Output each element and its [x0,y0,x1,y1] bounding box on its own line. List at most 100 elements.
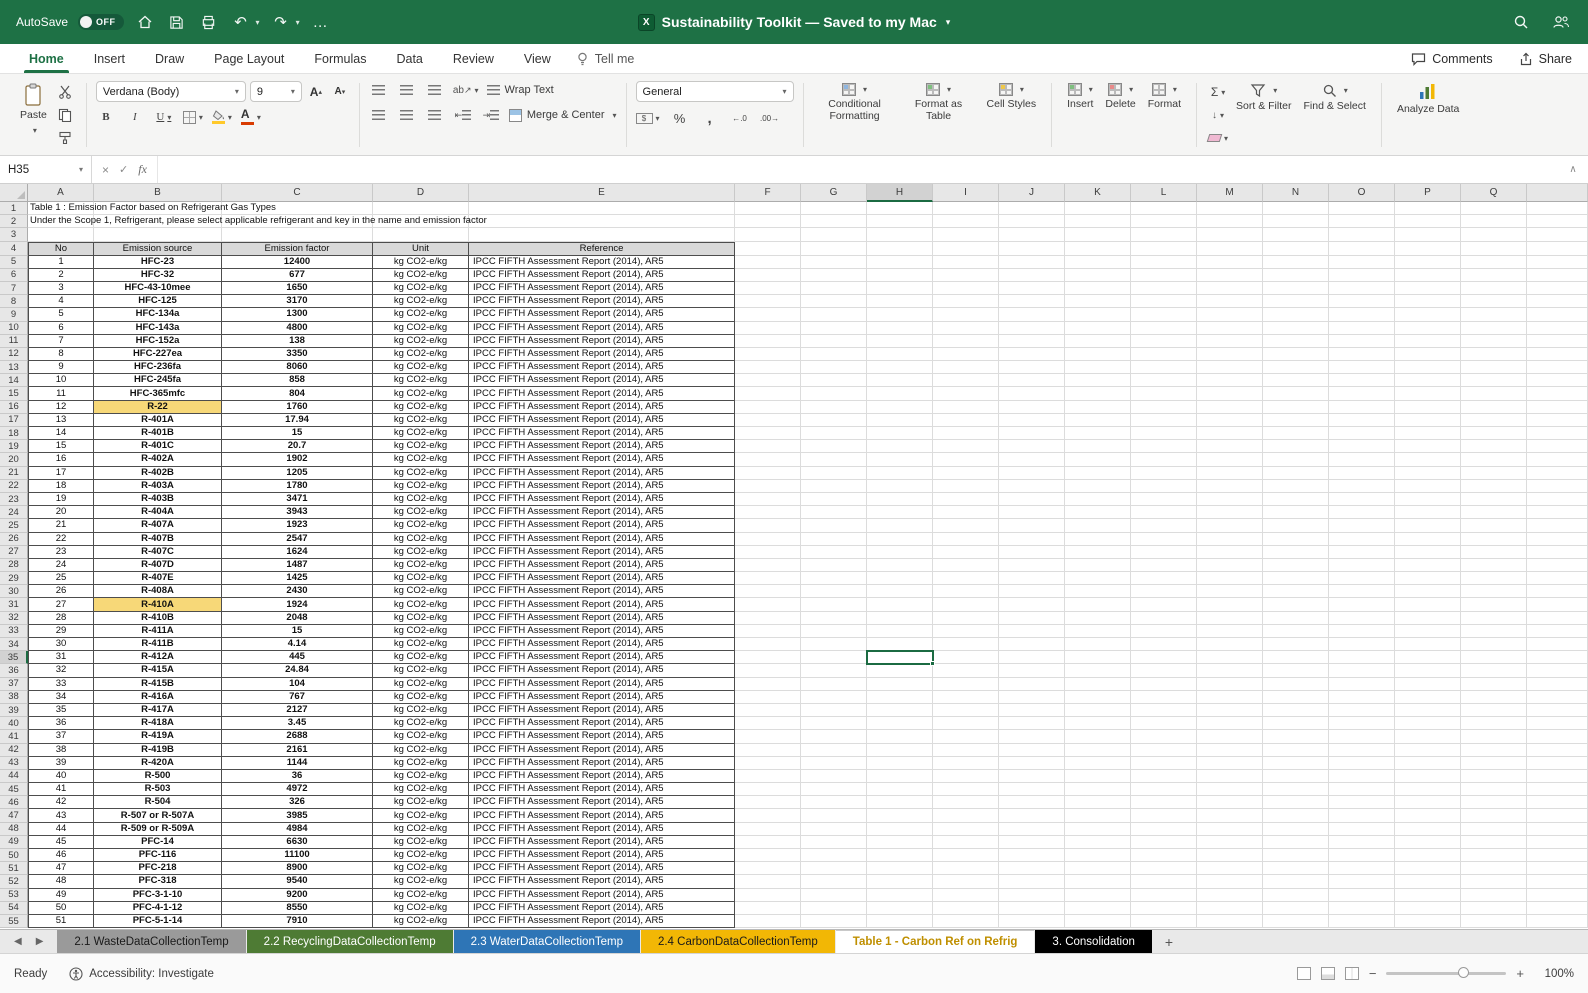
cell-B54[interactable]: PFC-4-1-12 [94,902,222,915]
cell-I35[interactable] [933,651,999,664]
cell-G27[interactable] [801,546,867,559]
cell-Q14[interactable] [1461,374,1527,387]
cell-D36[interactable]: kg CO2-e/kg [373,664,469,677]
cell-E45[interactable]: IPCC FIFTH Assessment Report (2014), AR5 [469,783,735,796]
cell-G41[interactable] [801,730,867,743]
cell-D16[interactable]: kg CO2-e/kg [373,401,469,414]
cell-F41[interactable] [735,730,801,743]
cell-G45[interactable] [801,783,867,796]
cell-H32[interactable] [867,612,933,625]
cell-P18[interactable] [1395,427,1461,440]
cell-E39[interactable]: IPCC FIFTH Assessment Report (2014), AR5 [469,704,735,717]
cell-G38[interactable] [801,691,867,704]
cell-H37[interactable] [867,678,933,691]
cell-G46[interactable] [801,796,867,809]
row-header-4[interactable]: 4 [0,242,28,256]
cell-E25[interactable]: IPCC FIFTH Assessment Report (2014), AR5 [469,519,735,532]
cell-P23[interactable] [1395,493,1461,506]
cell-Q36[interactable] [1461,664,1527,677]
cell-part11[interactable] [1527,335,1588,348]
cell-C33[interactable]: 15 [222,625,373,638]
cell-K33[interactable] [1065,625,1131,638]
people-icon[interactable] [1550,11,1572,33]
cell-H51[interactable] [867,862,933,875]
cell-A20[interactable]: 16 [28,453,94,466]
cell-H13[interactable] [867,361,933,374]
cell-D54[interactable]: kg CO2-e/kg [373,902,469,915]
row-header-30[interactable]: 30 [0,585,28,598]
cell-O34[interactable] [1329,638,1395,651]
name-box[interactable]: H35 ▾ [0,156,92,183]
cell-P30[interactable] [1395,585,1461,598]
cell-P29[interactable] [1395,572,1461,585]
cell-H26[interactable] [867,533,933,546]
cell-I28[interactable] [933,559,999,572]
cell-part3[interactable] [1527,228,1588,241]
cell-H16[interactable] [867,401,933,414]
cell-O44[interactable] [1329,770,1395,783]
cell-M30[interactable] [1197,585,1263,598]
cell-I36[interactable] [933,664,999,677]
cell-Q16[interactable] [1461,401,1527,414]
cell-L19[interactable] [1131,440,1197,453]
cell-O12[interactable] [1329,348,1395,361]
cell-P6[interactable] [1395,269,1461,282]
comments-button[interactable]: Comments [1411,52,1492,66]
cell-H31[interactable] [867,598,933,611]
cell-H52[interactable] [867,875,933,888]
cell-Q31[interactable] [1461,598,1527,611]
cell-part50[interactable] [1527,849,1588,862]
cell-D22[interactable]: kg CO2-e/kg [373,480,469,493]
cell-I1[interactable] [933,202,999,215]
cell-O20[interactable] [1329,453,1395,466]
cell-N24[interactable] [1263,506,1329,519]
cell-M50[interactable] [1197,849,1263,862]
cell-E20[interactable]: IPCC FIFTH Assessment Report (2014), AR5 [469,453,735,466]
select-all-corner[interactable] [0,184,28,202]
cell-N15[interactable] [1263,387,1329,400]
cell-Q24[interactable] [1461,506,1527,519]
cell-part22[interactable] [1527,480,1588,493]
cell-D52[interactable]: kg CO2-e/kg [373,875,469,888]
cell-A1[interactable]: Table 1 : Emission Factor based on Refri… [28,202,94,215]
cell-A10[interactable]: 6 [28,322,94,335]
cell-N7[interactable] [1263,282,1329,295]
cell-H41[interactable] [867,730,933,743]
cell-N5[interactable] [1263,256,1329,269]
cell-O54[interactable] [1329,902,1395,915]
cell-M11[interactable] [1197,335,1263,348]
cell-part52[interactable] [1527,875,1588,888]
cell-Q33[interactable] [1461,625,1527,638]
cell-H25[interactable] [867,519,933,532]
cell-K37[interactable] [1065,678,1131,691]
cell-E15[interactable]: IPCC FIFTH Assessment Report (2014), AR5 [469,387,735,400]
cell-P54[interactable] [1395,902,1461,915]
cell-C48[interactable]: 4984 [222,823,373,836]
cell-F33[interactable] [735,625,801,638]
cell-A30[interactable]: 26 [28,585,94,598]
cell-H44[interactable] [867,770,933,783]
cell-K35[interactable] [1065,651,1131,664]
cell-P28[interactable] [1395,559,1461,572]
cell-A21[interactable]: 17 [28,467,94,480]
cell-D6[interactable]: kg CO2-e/kg [373,269,469,282]
cell-F45[interactable] [735,783,801,796]
cell-M19[interactable] [1197,440,1263,453]
cell-K21[interactable] [1065,467,1131,480]
document-title[interactable]: Sustainability Toolkit — Saved to my Mac [662,14,937,30]
cell-O4[interactable] [1329,242,1395,256]
cell-J43[interactable] [999,757,1065,770]
cell-P41[interactable] [1395,730,1461,743]
cell-K29[interactable] [1065,572,1131,585]
cell-J35[interactable] [999,651,1065,664]
col-header-B[interactable]: B [94,184,222,202]
sheet-tab-2-1-wastedatacollectiontemp[interactable]: 2.1 WasteDataCollectionTemp [57,930,245,953]
cell-F54[interactable] [735,902,801,915]
cell-A39[interactable]: 35 [28,704,94,717]
cell-Q3[interactable] [1461,228,1527,241]
cell-O27[interactable] [1329,546,1395,559]
cell-N44[interactable] [1263,770,1329,783]
cell-I5[interactable] [933,256,999,269]
cell-Q1[interactable] [1461,202,1527,215]
cell-C50[interactable]: 11100 [222,849,373,862]
